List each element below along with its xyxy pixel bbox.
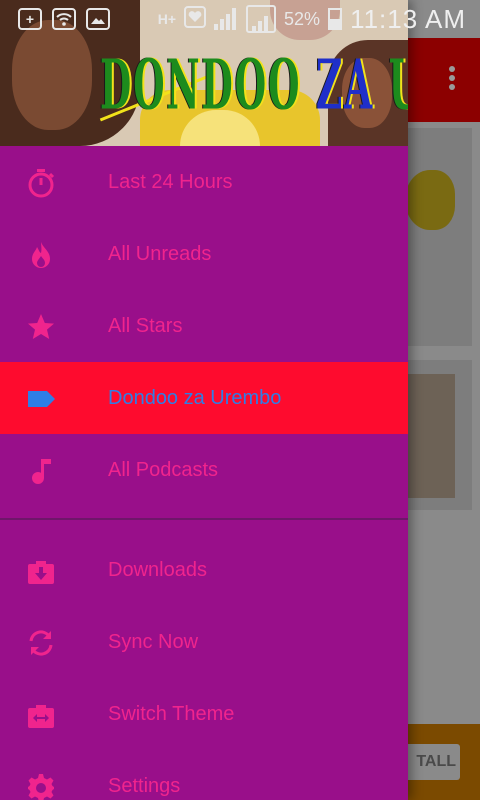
header-title-part: UREMBO — [389, 46, 408, 126]
download-icon — [26, 556, 56, 586]
card-thumbnail — [405, 374, 455, 498]
clock: 11:13 AM — [350, 3, 466, 34]
drawer-item-label: Downloads — [108, 558, 207, 581]
image-icon — [86, 8, 110, 30]
header-title-part: ZA — [315, 46, 389, 126]
signal-icon — [246, 5, 277, 33]
heart-icon — [184, 5, 207, 33]
battery-percent: 52% — [284, 8, 321, 29]
drawer-item-last-24-hours[interactable]: Last 24 Hours — [0, 146, 408, 218]
settings-gear-icon — [26, 772, 56, 800]
drawer-item-all-unreads[interactable]: All Unreads — [0, 218, 408, 290]
drawer-item-sync-now[interactable]: Sync Now — [0, 606, 408, 678]
drawer-item-label: Sync Now — [108, 630, 199, 653]
sync-icon — [26, 628, 56, 658]
drawer-item-label: All Unreads — [108, 242, 212, 265]
stopwatch-icon — [26, 168, 56, 198]
overflow-menu-icon[interactable] — [448, 66, 456, 94]
drawer-item-downloads[interactable]: Downloads — [0, 534, 408, 606]
wifi-icon — [52, 8, 76, 30]
card-thumbnail — [405, 170, 455, 230]
drawer-menu: Last 24 Hours All Unreads All Stars Dond… — [0, 146, 408, 800]
drawer-item-label: Last 24 Hours — [108, 170, 233, 193]
header-logo-title: DONDOO ZA UREMBO — [100, 46, 408, 126]
drawer-item-label: All Podcasts — [108, 458, 219, 481]
drawer-item-settings[interactable]: Settings — [0, 750, 408, 800]
header-title-part: DONDOO — [100, 46, 316, 126]
switch-theme-icon — [26, 700, 56, 730]
battery-icon — [328, 8, 343, 30]
drawer-item-all-stars[interactable]: All Stars — [0, 290, 408, 362]
drawer-item-switch-theme[interactable]: Switch Theme — [0, 678, 408, 750]
label-tag-icon — [26, 384, 56, 414]
plus-icon: + — [18, 8, 42, 30]
flame-icon — [26, 240, 56, 270]
navigation-drawer: DONDOO ZA UREMBO Last 24 Hours All Unrea… — [0, 0, 408, 800]
drawer-item-label: Dondoo za Urembo — [108, 386, 282, 409]
drawer-item-label: All Stars — [108, 314, 183, 337]
drawer-item-label: Switch Theme — [108, 702, 235, 725]
music-note-icon — [26, 456, 56, 486]
signal-icon — [214, 8, 238, 30]
network-type: H+ — [157, 11, 177, 27]
drawer-item-all-podcasts[interactable]: All Podcasts — [0, 434, 408, 506]
star-icon — [26, 312, 56, 342]
status-bar: + H+ 52% 11:13 AM — [0, 0, 480, 38]
feed-card[interactable] — [400, 128, 472, 346]
drawer-item-dondoo-za-urembo[interactable]: Dondoo za Urembo — [0, 362, 408, 434]
drawer-item-label: Settings — [108, 774, 181, 797]
install-button[interactable]: TALL — [404, 744, 460, 780]
drawer-divider — [0, 518, 408, 520]
